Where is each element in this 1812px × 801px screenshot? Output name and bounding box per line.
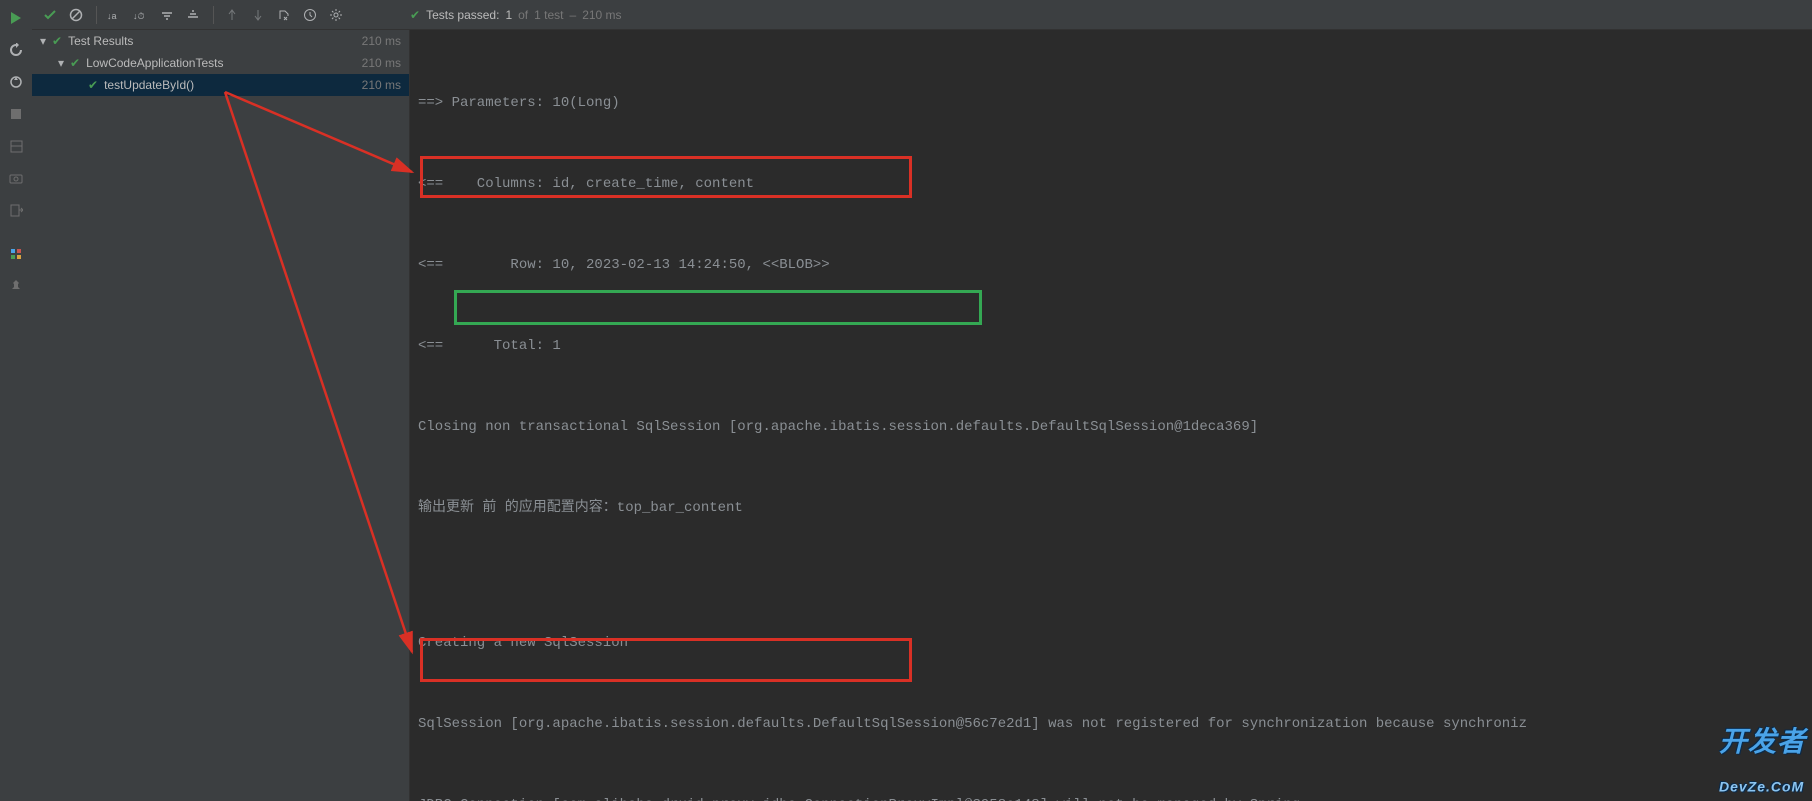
tool-icon-bar (0, 0, 32, 801)
status-time: 210 ms (582, 8, 621, 22)
watermark-sub: DevZe.CoM (1719, 779, 1804, 795)
svg-text:↓a: ↓a (107, 11, 117, 21)
chevron-down-icon[interactable]: ▾ (40, 34, 50, 48)
rerun-failed-icon[interactable] (6, 40, 26, 60)
status-total: 1 test (534, 8, 563, 22)
test-status-line: ✔ Tests passed: 1 of 1 test – 210 ms (410, 0, 622, 30)
settings-icon[interactable] (324, 3, 348, 27)
check-icon: ✔ (52, 34, 62, 48)
tree-method[interactable]: ✔ testUpdateById() 210 ms (32, 74, 409, 96)
check-icon: ✔ (70, 56, 80, 70)
console-line: SqlSession [org.apache.ibatis.session.de… (418, 711, 1804, 738)
exit-icon[interactable] (6, 200, 26, 220)
grid-icon[interactable] (6, 244, 26, 264)
tree-method-time: 210 ms (362, 78, 401, 92)
check-icon: ✔ (88, 78, 98, 92)
tree-class-time: 210 ms (362, 56, 401, 70)
layout-icon[interactable] (6, 136, 26, 156)
test-toolbar: ↓a ↓⏱ (32, 0, 1812, 30)
status-dash: – (570, 8, 577, 22)
sort-duration-icon[interactable]: ↓⏱ (129, 3, 153, 27)
expand-all-icon[interactable] (155, 3, 179, 27)
tree-root[interactable]: ▾ ✔ Test Results 210 ms (32, 30, 409, 52)
test-tree: ▾ ✔ Test Results 210 ms ▾ ✔ LowCodeAppli… (32, 30, 410, 801)
status-mid: of (518, 8, 528, 22)
next-failed-icon[interactable] (246, 3, 270, 27)
status-count: 1 (505, 8, 512, 22)
watermark-text: 开发者 (1719, 726, 1806, 757)
pin-icon[interactable] (6, 276, 26, 296)
collapse-all-icon[interactable] (181, 3, 205, 27)
camera-icon[interactable] (6, 168, 26, 188)
tree-class-label: LowCodeApplicationTests (86, 56, 223, 70)
tree-method-label: testUpdateById() (104, 78, 194, 92)
tree-class[interactable]: ▾ ✔ LowCodeApplicationTests 210 ms (32, 52, 409, 74)
console-line: Creating a new SqlSession (418, 630, 1804, 657)
show-passed-toggle[interactable] (38, 3, 62, 27)
console-line: 输出更新 前 的应用配置内容：top_bar_content (418, 495, 1804, 522)
show-ignored-toggle[interactable] (64, 3, 88, 27)
sort-alpha-icon[interactable]: ↓a (103, 3, 127, 27)
console-line: <== Columns: id, create_time, content (418, 171, 1804, 198)
status-prefix: Tests passed: (426, 8, 499, 22)
svg-text:↓⏱: ↓⏱ (133, 11, 145, 21)
console-line: <== Total: 1 (418, 333, 1804, 360)
run-icon[interactable] (6, 8, 26, 28)
watermark: 开发者 DevZe.CoM (1719, 720, 1806, 795)
export-icon[interactable] (272, 3, 296, 27)
tree-root-label: Test Results (68, 34, 133, 48)
console-output[interactable]: ==> Parameters: 10(Long) <== Columns: id… (410, 30, 1812, 801)
history-icon[interactable] (298, 3, 322, 27)
stop-icon[interactable] (6, 104, 26, 124)
toggle-auto-icon[interactable] (6, 72, 26, 92)
console-line: Closing non transactional SqlSession [or… (418, 414, 1804, 441)
console-line: <== Row: 10, 2023-02-13 14:24:50, <<BLOB… (418, 252, 1804, 279)
tree-root-time: 210 ms (362, 34, 401, 48)
chevron-down-icon[interactable]: ▾ (58, 56, 68, 70)
console-line: ==> Parameters: 10(Long) (418, 90, 1804, 117)
prev-failed-icon[interactable] (220, 3, 244, 27)
check-icon: ✔ (410, 8, 420, 22)
console-line: JDBC Connection [com.alibaba.druid.proxy… (418, 792, 1804, 801)
